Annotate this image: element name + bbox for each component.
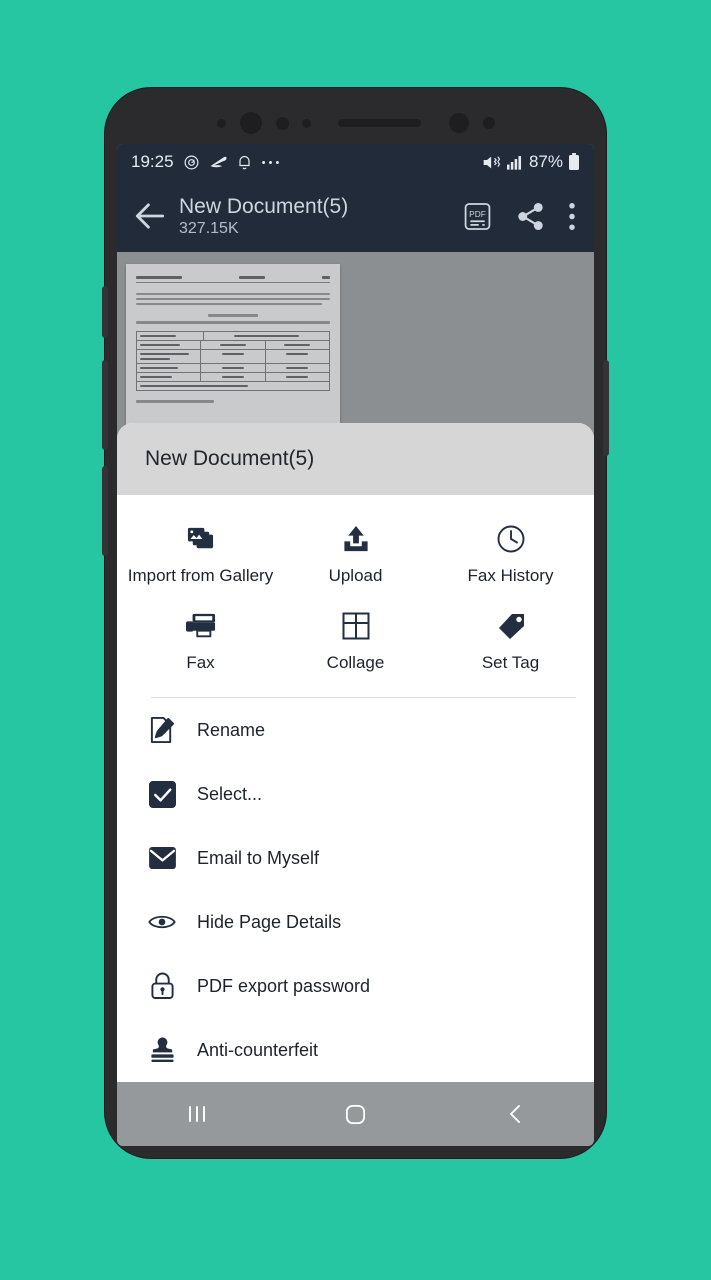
home-button[interactable] [321, 1082, 391, 1146]
grid-item-upload[interactable]: Upload [278, 513, 433, 600]
led-indicator-icon [482, 117, 495, 129]
list-item-anti-counterfeit[interactable]: Anti-counterfeit [117, 1018, 594, 1082]
upload-icon [342, 523, 370, 555]
phone-frame: 19:25 87% New Document(5) 327.15K PDF Ne… [102, 88, 609, 1158]
sensor-cluster [105, 110, 606, 136]
grid-label: Fax [186, 653, 215, 672]
grid-label: Collage [326, 653, 385, 672]
grid-label: Import from Gallery [127, 566, 274, 585]
share-icon[interactable] [515, 201, 546, 232]
proximity-sensor-icon [275, 116, 289, 130]
overflow-menu-icon[interactable] [568, 201, 576, 232]
grid-collage-icon [342, 610, 370, 642]
status-clock: 19:25 [131, 152, 174, 171]
stamp-icon [147, 1036, 177, 1064]
light-sensor-icon [301, 118, 311, 128]
document-size-label: 327.15K [179, 219, 239, 237]
grid-label: Set Tag [481, 653, 540, 672]
list-item-label: Hide Page Details [197, 911, 342, 932]
power-button[interactable] [603, 360, 609, 456]
app-bar-actions: PDF [462, 201, 580, 232]
rename-pencil-icon [147, 716, 177, 744]
status-bar: 19:25 87% [117, 144, 594, 180]
list-item-label: Email to Myself [197, 847, 320, 868]
eye-icon [147, 911, 177, 933]
checkbox-checked-icon [147, 780, 177, 808]
earpiece-speaker [337, 119, 421, 127]
sheet-header: New Document(5) [117, 423, 594, 495]
clock-icon [496, 523, 526, 555]
alarm-icon [184, 155, 199, 169]
list-item-label: PDF export password [197, 975, 371, 996]
sensor-dot-icon [216, 118, 226, 128]
android-navigation-bar [117, 1082, 594, 1146]
grid-item-import-from-gallery[interactable]: Import from Gallery [123, 513, 278, 600]
list-item-label: Anti-counterfeit [197, 1039, 319, 1060]
gallery-stack-icon [185, 523, 216, 555]
grid-item-set-tag[interactable]: Set Tag [433, 600, 588, 687]
list-item-hide-page-details[interactable]: Hide Page Details [117, 890, 594, 954]
back-button[interactable] [480, 1082, 550, 1146]
app-bar-titles: New Document(5) 327.15K [179, 194, 348, 239]
sheet-action-grid: Import from Gallery Upload Fax History F… [117, 495, 594, 695]
doc-table [136, 331, 330, 391]
list-item-rename[interactable]: Rename [117, 698, 594, 762]
list-item-email-to-myself[interactable]: Email to Myself [117, 826, 594, 890]
svg-text:PDF: PDF [469, 209, 486, 219]
grid-label: Fax History [467, 566, 554, 585]
printer-fax-icon [185, 610, 216, 642]
status-bar-right: 87% [482, 152, 580, 172]
vibrate-mute-icon [483, 155, 501, 168]
signal-bars-icon [506, 156, 521, 170]
options-bottom-sheet: New Document(5) Import from Gallery Uplo… [117, 423, 594, 1082]
battery-percent-label: 87% [528, 152, 563, 171]
grid-item-fax-history[interactable]: Fax History [433, 513, 588, 600]
envelope-icon [147, 847, 177, 869]
list-item-select[interactable]: Select... [117, 762, 594, 826]
list-item-label: Select... [197, 783, 263, 804]
recents-button[interactable] [162, 1082, 232, 1146]
front-camera-icon [239, 112, 262, 134]
bell-icon [238, 155, 250, 169]
status-bar-left: 19:25 [131, 152, 280, 172]
volume-down-button[interactable] [102, 360, 108, 450]
more-notifications-icon [261, 160, 279, 164]
app-bar: New Document(5) 327.15K PDF [117, 180, 594, 252]
phone-screen: 19:25 87% New Document(5) 327.15K PDF Ne… [117, 144, 594, 1146]
grid-item-fax[interactable]: Fax [123, 600, 278, 687]
page-title: New Document(5) [179, 194, 349, 218]
tag-icon [496, 610, 526, 642]
list-item-pdf-export-password[interactable]: PDF export password [117, 954, 594, 1018]
grid-item-collage[interactable]: Collage [278, 600, 433, 687]
scanner-icon [210, 156, 227, 167]
battery-icon [569, 153, 579, 170]
lock-icon [147, 972, 177, 1000]
bixby-button[interactable] [102, 286, 108, 338]
iris-camera-icon [448, 113, 469, 133]
grid-label: Upload [328, 566, 383, 585]
sheet-title: New Document(5) [145, 447, 315, 470]
doc-header-row [136, 276, 330, 283]
list-item-label: Rename [197, 719, 266, 740]
back-arrow-icon[interactable] [131, 197, 169, 235]
volume-up-button[interactable] [102, 466, 108, 556]
pdf-export-icon[interactable]: PDF [462, 201, 493, 232]
